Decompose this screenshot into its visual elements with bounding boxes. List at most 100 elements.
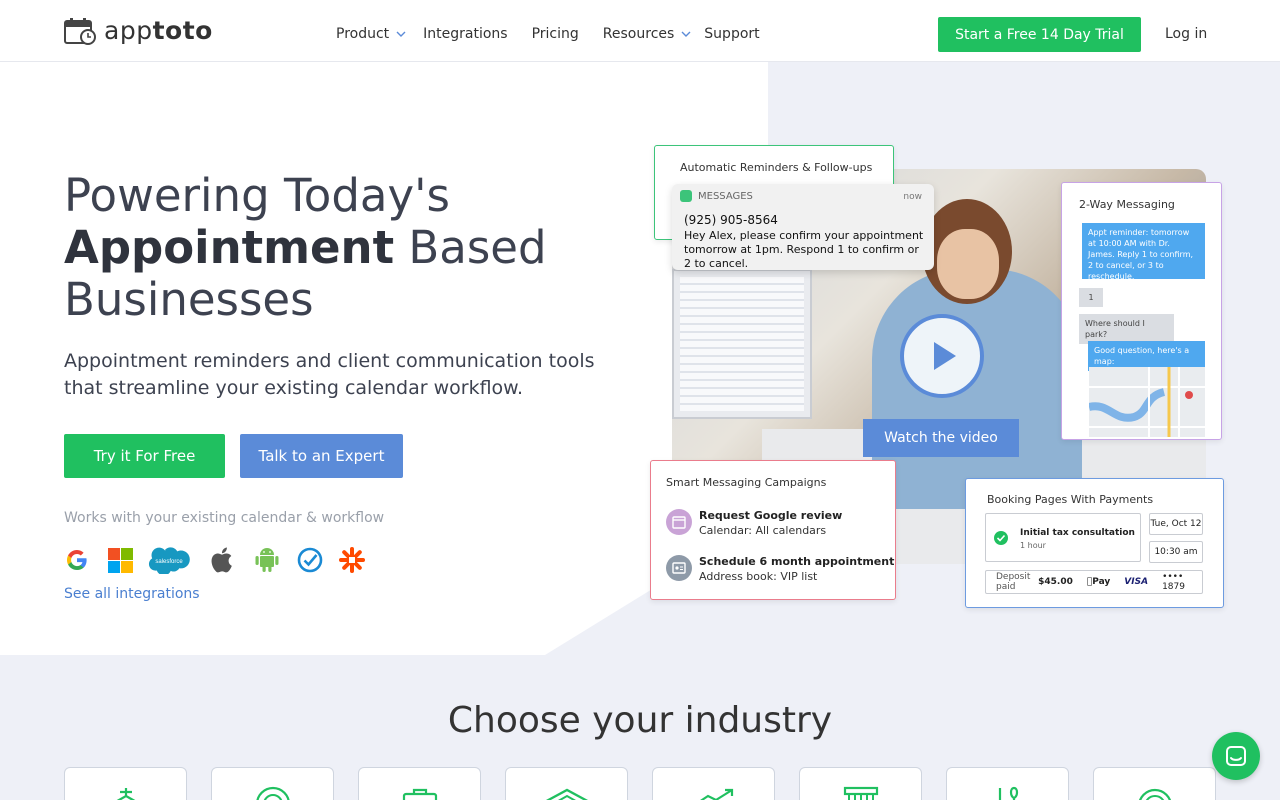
- campaign-subtitle: Calendar: All calendars: [699, 524, 827, 537]
- notification-body: Hey Alex, please confirm your appointmen…: [684, 229, 924, 270]
- nav-resources[interactable]: Resources: [603, 26, 693, 42]
- hero-title-line2: Based: [394, 221, 547, 274]
- zapier-icon[interactable]: [338, 547, 366, 573]
- service-duration: 1 hour: [1020, 541, 1046, 550]
- nav-label: Pricing: [531, 26, 579, 42]
- android-icon[interactable]: [254, 546, 280, 574]
- login-link[interactable]: Log in: [1165, 26, 1207, 42]
- industry-tile[interactable]: [505, 767, 628, 800]
- chat-widget-button[interactable]: [1212, 732, 1260, 780]
- play-icon: [934, 342, 956, 370]
- sender-phone: (925) 905-8564: [684, 213, 778, 227]
- card-title: 2-Way Messaging: [1079, 198, 1175, 211]
- checkmark-icon[interactable]: [296, 547, 324, 573]
- chevron-down-icon: [681, 31, 691, 37]
- card-title: Smart Messaging Campaigns: [666, 476, 827, 489]
- calendar-icon: [666, 509, 692, 535]
- industry-tile-icon: [545, 788, 588, 800]
- site-header: apptoto Product Integrations Pricing Res…: [0, 0, 1280, 62]
- address-book-icon: [666, 555, 692, 581]
- industry-tile[interactable]: [946, 767, 1069, 800]
- calendar-clock-icon: [64, 17, 96, 45]
- card-last-digits: •••• 1879: [1159, 572, 1185, 592]
- nav-label: Product: [336, 26, 390, 42]
- apple-icon[interactable]: [208, 546, 234, 574]
- deposit-label: Deposit paid: [996, 572, 1031, 592]
- works-with-text: Works with your existing calendar & work…: [64, 510, 385, 526]
- service-box: Initial tax consultation 1 hour: [985, 513, 1141, 562]
- parking-map: [1089, 367, 1205, 437]
- reply-bubble: 1: [1079, 288, 1103, 307]
- play-button[interactable]: [900, 314, 984, 398]
- try-free-button[interactable]: Try it For Free: [64, 434, 225, 478]
- talk-expert-button[interactable]: Talk to an Expert: [240, 434, 403, 478]
- nav-label: Support: [704, 26, 760, 42]
- video-person: [872, 269, 1082, 509]
- industry-tile[interactable]: [652, 767, 775, 800]
- watch-video-button[interactable]: Watch the video: [863, 419, 1019, 457]
- card-title: Automatic Reminders & Follow-ups: [680, 161, 873, 174]
- logo-text: apptoto: [104, 16, 213, 45]
- video-monitor: [672, 269, 812, 419]
- microsoft-icon[interactable]: [106, 547, 134, 573]
- campaign-row: Request Google review Calendar: All cale…: [666, 509, 842, 537]
- reminder-bubble: Appt reminder: tomorrow at 10:00 AM with…: [1082, 223, 1205, 281]
- nav-product[interactable]: Product: [336, 26, 407, 42]
- campaign-title: Request Google review: [699, 509, 843, 522]
- campaign-title: Schedule 6 month appointment: [699, 555, 895, 568]
- salesforce-icon[interactable]: salesforce: [148, 546, 190, 574]
- integration-logos: salesforce: [64, 546, 366, 574]
- hero-title-line1: Powering Today's: [64, 169, 450, 222]
- campaign-row: Schedule 6 month appointment Address boo…: [666, 555, 894, 583]
- hero-title-bold: Appointment: [64, 221, 395, 274]
- salesforce-label: salesforce: [155, 559, 183, 565]
- see-all-integrations-link[interactable]: See all integrations: [64, 586, 200, 602]
- payment-box: Deposit paid $45.00 Pay VISA •••• 1879: [985, 570, 1203, 594]
- hero-title: Powering Today's Appointment Based Busin…: [64, 170, 644, 326]
- nav-integrations[interactable]: Integrations: [423, 26, 507, 42]
- chat-icon: [1226, 746, 1246, 766]
- sms-notification: MESSAGES now (925) 905-8564 Hey Alex, pl…: [672, 184, 934, 270]
- two-way-messaging-card: 2-Way Messaging Appt reminder: tomorrow …: [1061, 182, 1222, 440]
- industry-tile-icon: [1138, 788, 1171, 800]
- booking-pages-card: Booking Pages With Payments Initial tax …: [965, 478, 1224, 608]
- industry-tile[interactable]: [64, 767, 187, 800]
- notification-time: now: [903, 192, 922, 202]
- date-box: Tue, Oct 12: [1149, 513, 1203, 535]
- campaign-subtitle: Address book: VIP list: [699, 570, 818, 583]
- nav-support[interactable]: Support: [704, 26, 759, 42]
- google-icon[interactable]: [64, 548, 90, 572]
- service-name: Initial tax consultation: [1020, 528, 1135, 538]
- industry-tile[interactable]: [799, 767, 922, 800]
- industry-tile[interactable]: [358, 767, 481, 800]
- visa-label: VISA: [1121, 577, 1148, 587]
- industry-tile-icon: [998, 786, 1018, 800]
- card-title: Booking Pages With Payments: [987, 493, 1154, 506]
- hero-subtitle: Appointment reminders and client communi…: [64, 350, 595, 399]
- industry-tile-icon: [699, 788, 733, 800]
- question-bubble: Where should I park?: [1079, 314, 1174, 344]
- messages-app-label: MESSAGES: [680, 190, 753, 202]
- apple-pay-label: Pay: [1087, 577, 1110, 587]
- check-circle-icon: [994, 531, 1008, 545]
- industry-tile-icon: [255, 786, 290, 800]
- industry-tile-icon: [116, 788, 135, 800]
- industry-tile[interactable]: [1093, 767, 1216, 800]
- chevron-down-icon: [396, 31, 406, 37]
- nav-label: Resources: [602, 26, 675, 42]
- start-trial-button[interactable]: Start a Free 14 Day Trial: [938, 17, 1141, 52]
- industry-tile-icon: [843, 786, 878, 800]
- deposit-amount: $45.00: [1038, 577, 1073, 587]
- industry-tile-icon: [402, 788, 437, 800]
- video-person-face: [937, 229, 999, 299]
- industry-tile[interactable]: [211, 767, 334, 800]
- nav-pricing[interactable]: Pricing: [532, 26, 579, 42]
- hero-title-line3: Businesses: [64, 273, 314, 326]
- industry-title: Choose your industry: [447, 700, 833, 741]
- messages-icon: [680, 190, 692, 202]
- main-nav: Product Integrations Pricing Resources S…: [336, 26, 760, 42]
- nav-label: Integrations: [423, 26, 508, 42]
- time-box: 10:30 am: [1149, 541, 1203, 563]
- apptoto-logo[interactable]: apptoto: [64, 16, 213, 45]
- smart-campaigns-card: Smart Messaging Campaigns Request Google…: [650, 460, 896, 600]
